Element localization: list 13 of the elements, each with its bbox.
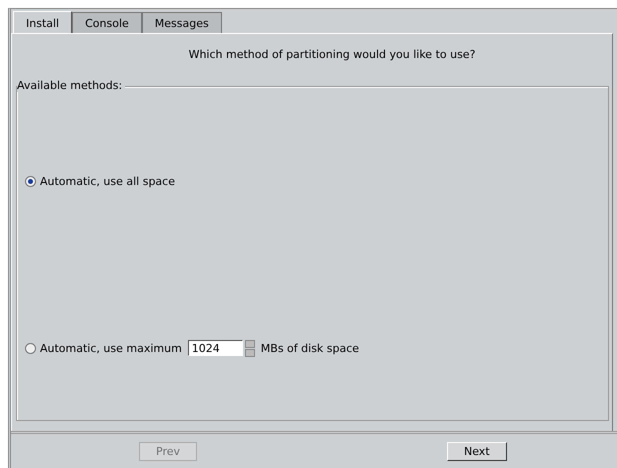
tab[interactable]: Install bbox=[13, 11, 72, 33]
group-title: Available methods: bbox=[17, 79, 126, 92]
tab[interactable]: Console bbox=[72, 12, 142, 33]
spin-buttons[interactable] bbox=[244, 340, 255, 356]
tab[interactable]: Messages bbox=[142, 12, 222, 33]
unit-label: MBs of disk space bbox=[260, 342, 360, 354]
question-text: Which method of partitioning would you like to use? bbox=[188, 47, 476, 63]
option-label: Automatic, use maximum bbox=[40, 342, 182, 354]
radio-button[interactable] bbox=[25, 342, 36, 354]
option-label: Automatic, use all space bbox=[40, 174, 175, 188]
next-button[interactable]: Next bbox=[447, 442, 507, 460]
radio-button[interactable] bbox=[25, 176, 36, 186]
number-field[interactable]: 1024 bbox=[188, 340, 243, 356]
